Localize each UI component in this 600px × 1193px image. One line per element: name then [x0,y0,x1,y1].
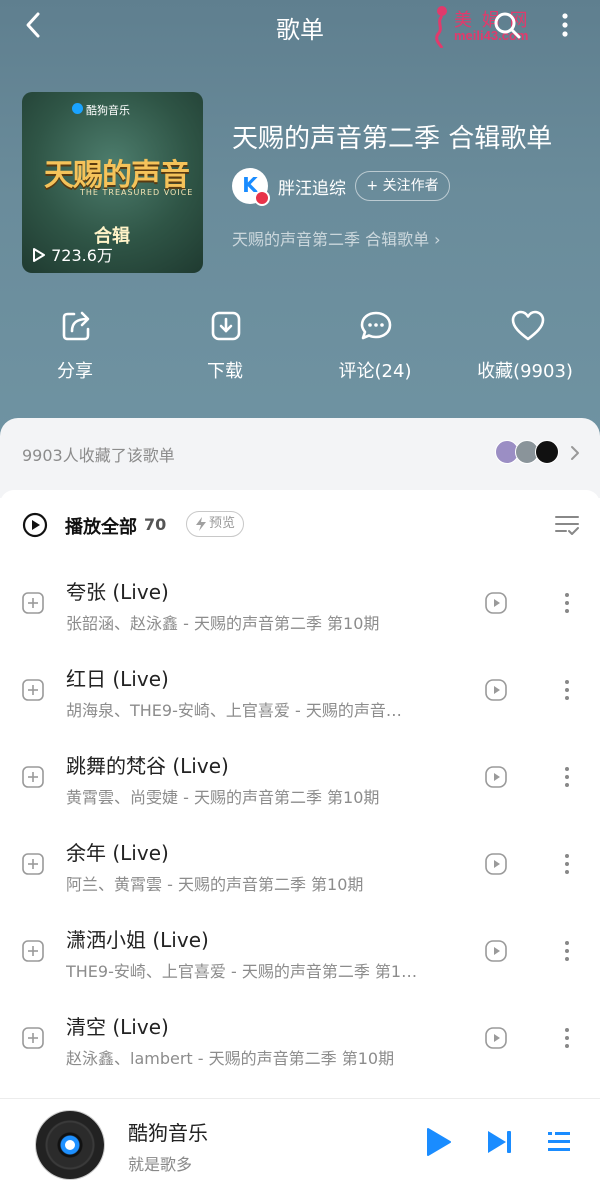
player-subtitle: 就是歌多 [128,1155,193,1174]
song-artist-album: 黄霄雲、尚雯婕 - 天赐的声音第二季 第10期 [66,788,380,807]
comment-label: 评论(24) [338,361,412,382]
action-bar: 分享 下载 评论(24) 收藏(9903) [0,305,600,385]
favorites-count-text: 9903人收藏了该歌单 [22,446,175,465]
song-title: 余年 (Live) [66,841,169,865]
collect-label: 收藏(9903) [477,361,573,382]
woman-figure-icon [435,6,447,48]
favorites-strip[interactable]: 9903人收藏了该歌单 [0,418,600,498]
add-to-list-icon[interactable] [22,940,44,962]
next-track-icon[interactable] [486,1129,514,1155]
playlist-description[interactable]: 天赐的声音第二季 合辑歌单 › [232,226,441,250]
collect-button[interactable]: 收藏(9903) [450,305,600,385]
kugou-logo-icon [72,103,83,114]
more-vertical-icon[interactable] [558,590,576,616]
cover-logo-subtitle: THE TREASURED VOICE [80,188,194,197]
playlist-cover[interactable]: 酷狗音乐 天赐的声音 THE TREASURED VOICE 合辑 723.6万 [22,92,203,273]
mv-play-icon[interactable] [485,679,507,701]
preview-button[interactable]: 预览 [186,511,244,537]
playlist-queue-icon[interactable] [546,1129,572,1155]
cover-brand: 酷狗音乐 [86,104,130,117]
author-name[interactable]: 胖汪追综 [278,174,346,199]
mini-player[interactable]: 酷狗音乐 就是歌多 [0,1098,600,1193]
song-title: 跳舞的梵谷 (Live) [66,754,229,778]
more-vertical-icon[interactable] [558,764,576,790]
song-artist-album: 阿兰、黄霄雲 - 天赐的声音第二季 第10期 [66,875,364,894]
more-vertical-icon[interactable] [558,938,576,964]
share-icon [62,311,90,341]
favorites-avatars [495,440,579,466]
song-title: 清空 (Live) [66,1015,169,1039]
multi-select-icon[interactable] [554,513,580,537]
more-vertical-icon[interactable] [558,1025,576,1051]
song-artist-album: THE9-安崎、上官喜爱 - 天赐的声音第二季 第1… [66,962,418,981]
author-avatar[interactable]: K [232,168,270,206]
mv-play-icon[interactable] [485,940,507,962]
more-vertical-icon [562,13,568,37]
follow-author-button[interactable]: + 关注作者 [355,171,450,201]
add-to-list-icon[interactable] [22,1027,44,1049]
play-count-value: 723.6万 [51,246,113,265]
comment-button[interactable]: 评论(24) [300,305,450,385]
mv-play-icon[interactable] [485,766,507,788]
song-title: 潇洒小姐 (Live) [66,928,209,952]
song-row[interactable]: 红日 (Live) 胡海泉、THE9-安崎、上官喜爱 - 天赐的声音… [0,647,600,734]
playlist-title: 天赐的声音第二季 合辑歌单 [232,124,553,154]
verified-badge-icon [254,190,270,206]
song-row[interactable]: 跳舞的梵谷 (Live) 黄霄雲、尚雯婕 - 天赐的声音第二季 第10期 [0,734,600,821]
more-vertical-icon[interactable] [558,677,576,703]
song-row[interactable]: 潇洒小姐 (Live) THE9-安崎、上官喜爱 - 天赐的声音第二季 第1… [0,908,600,995]
share-button[interactable]: 分享 [0,305,150,385]
download-icon [211,311,241,341]
disc-center [65,1140,75,1150]
song-list-card: 播放全部 70 预览 夸张 (Live) 张韶涵、赵泳鑫 - 天赐的声音第二季 第… [0,490,600,1100]
album-disc-icon[interactable] [36,1111,104,1179]
preview-label: 预览 [209,516,236,531]
chevron-right-icon [571,446,579,460]
search-icon [494,12,521,39]
heart-icon [511,310,545,341]
share-label: 分享 [57,361,93,382]
download-button[interactable]: 下载 [150,305,300,385]
player-title: 酷狗音乐 [128,1121,208,1145]
add-to-list-icon[interactable] [22,679,44,701]
play-count: 723.6万 [32,242,113,266]
play-all-row: 播放全部 70 预览 [0,490,600,560]
song-title: 夸张 (Live) [66,580,169,604]
download-label: 下载 [207,361,243,382]
song-row[interactable]: 清空 (Live) 赵泳鑫、lambert - 天赐的声音第二季 第10期 [0,995,600,1082]
mv-play-icon[interactable] [485,853,507,875]
mv-play-icon[interactable] [485,1027,507,1049]
song-title: 红日 (Live) [66,667,169,691]
add-to-list-icon[interactable] [22,766,44,788]
add-to-list-icon[interactable] [22,853,44,875]
play-all-icon[interactable] [22,512,48,538]
play-icon[interactable] [424,1127,452,1157]
song-count: 70 [144,515,167,534]
song-artist-album: 胡海泉、THE9-安崎、上官喜爱 - 天赐的声音… [66,701,402,720]
song-row[interactable]: 余年 (Live) 阿兰、黄霄雲 - 天赐的声音第二季 第10期 [0,821,600,908]
search-button[interactable] [490,8,524,42]
song-artist-album: 张韶涵、赵泳鑫 - 天赐的声音第二季 第10期 [66,614,380,633]
lightning-icon [196,517,206,531]
song-artist-album: 赵泳鑫、lambert - 天赐的声音第二季 第10期 [66,1049,395,1068]
comment-icon [360,311,392,340]
play-outline-icon [33,248,45,262]
song-row[interactable]: 夸张 (Live) 张韶涵、赵泳鑫 - 天赐的声音第二季 第10期 [0,560,600,647]
avatar [535,440,559,464]
mv-play-icon[interactable] [485,592,507,614]
top-bar: 歌单 美 娟 网 meili43.com [0,0,600,50]
more-button[interactable] [550,8,580,42]
more-vertical-icon[interactable] [558,851,576,877]
play-all-button[interactable]: 播放全部 [65,513,137,539]
add-to-list-icon[interactable] [22,592,44,614]
